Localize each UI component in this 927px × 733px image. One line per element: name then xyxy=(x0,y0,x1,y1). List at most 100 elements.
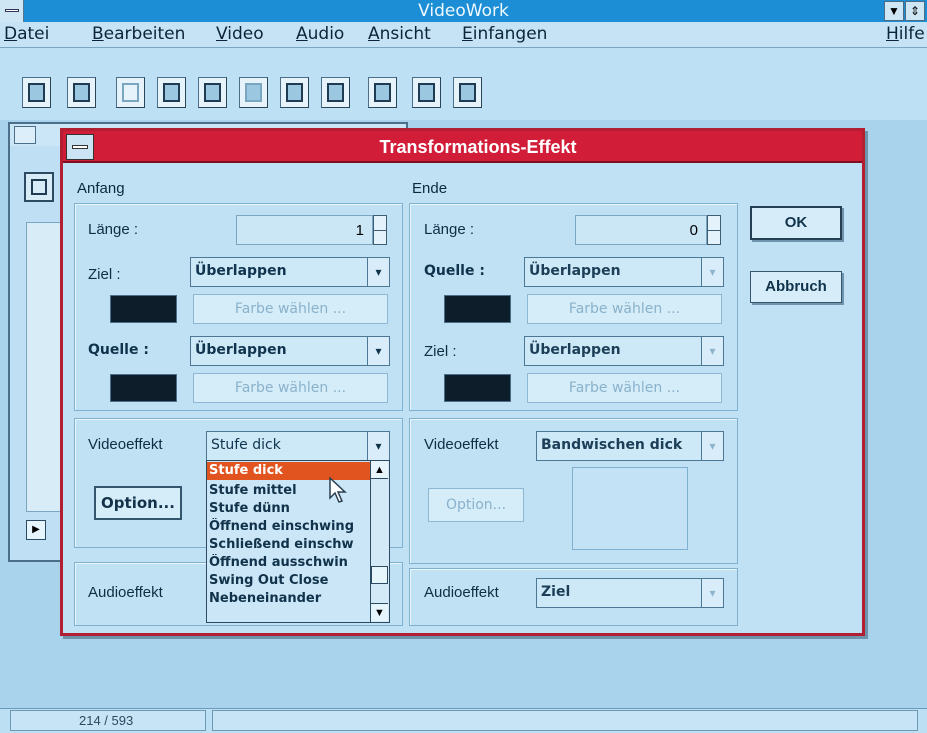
toolbar-select-button[interactable] xyxy=(280,77,309,108)
start-length-input[interactable]: 1 xyxy=(236,215,373,245)
app-title: VideoWork xyxy=(418,1,509,21)
end-audio-effect-label: Audioeffekt xyxy=(424,584,499,601)
restore-icon: ⇕ xyxy=(909,4,921,18)
background-window-tool-button[interactable] xyxy=(24,172,54,202)
start-target-color-swatch xyxy=(110,295,177,323)
end-video-effect-select-value: Bandwischen dick xyxy=(541,437,683,453)
toolbar-cut-button[interactable] xyxy=(116,77,145,108)
start-length-spinner[interactable] xyxy=(373,215,387,245)
scroll-thumb[interactable] xyxy=(371,566,388,584)
toolbar-frame-button[interactable] xyxy=(453,77,482,108)
end-length-input[interactable]: 0 xyxy=(575,215,707,245)
toolbar-delete-button[interactable] xyxy=(321,77,350,108)
end-heading: Ende xyxy=(412,180,448,197)
dialog-system-menu-button[interactable] xyxy=(66,134,94,160)
scroll-down-button[interactable]: ▼ xyxy=(371,603,388,621)
status-message xyxy=(212,710,918,731)
toolbar-edit-button[interactable] xyxy=(239,77,268,108)
start-source-color-button[interactable]: Farbe wählen ... xyxy=(193,373,388,403)
save-icon xyxy=(73,83,90,102)
background-window-play-button[interactable]: ▶ xyxy=(26,520,46,540)
menu-ansicht[interactable]: Ansicht xyxy=(368,24,431,44)
resize-icon xyxy=(374,83,391,102)
end-target-color-swatch xyxy=(444,374,511,402)
start-length-label: Länge : xyxy=(88,221,139,238)
toolbar-new-button[interactable] xyxy=(22,77,51,108)
dialog-title: Transformations-Effekt xyxy=(379,137,577,157)
app-system-menu-button[interactable] xyxy=(0,0,24,22)
menu-einfangen[interactable]: Einfangen xyxy=(462,24,547,44)
start-heading: Anfang xyxy=(77,180,125,197)
end-target-label: Ziel : xyxy=(424,343,457,360)
start-video-effect-select-value: Stufe dick xyxy=(211,437,281,453)
dropdown-option[interactable]: Öffnend einschwing xyxy=(209,518,369,536)
dropdown-option[interactable]: Swing Out Close xyxy=(209,572,369,590)
start-target-color-button[interactable]: Farbe wählen ... xyxy=(193,294,388,324)
arrow-up-icon: ▲ xyxy=(374,464,385,476)
end-audio-effect-select-value: Ziel xyxy=(541,584,571,600)
minimize-button[interactable]: ▼ xyxy=(884,1,904,21)
toolbar-copy-button[interactable] xyxy=(157,77,186,108)
ok-button[interactable]: OK xyxy=(750,206,842,240)
start-target-label: Ziel : xyxy=(88,266,121,283)
menu-bearbeiten[interactable]: Bearbeiten xyxy=(92,24,185,44)
scroll-up-button[interactable]: ▲ xyxy=(371,461,388,479)
end-target-select[interactable]: Überlappen ▾ xyxy=(524,336,724,366)
end-source-select-value: Überlappen xyxy=(529,263,621,279)
end-video-effect-label: Videoeffekt xyxy=(424,436,499,453)
dropdown-option[interactable]: Nebeneinander xyxy=(209,590,369,608)
end-source-color-button[interactable]: Farbe wählen ... xyxy=(527,294,722,324)
end-length-label: Länge : xyxy=(424,221,475,238)
background-window-system-button[interactable] xyxy=(14,126,36,144)
end-effect-preview xyxy=(572,467,688,550)
film-icon xyxy=(28,83,45,102)
copy-icon xyxy=(163,83,180,102)
frame-icon xyxy=(459,83,476,102)
start-target-select-value: Überlappen xyxy=(195,263,287,279)
menu-datei[interactable]: Datei xyxy=(4,24,49,44)
cancel-button[interactable]: Abbruch xyxy=(750,271,842,303)
toolbar-mirror-button[interactable] xyxy=(412,77,441,108)
toolbar-paste-button[interactable] xyxy=(198,77,227,108)
end-target-color-button[interactable]: Farbe wählen ... xyxy=(527,373,722,403)
frame-position: 214 / 593 xyxy=(10,710,206,731)
toolbar-save-button[interactable] xyxy=(67,77,96,108)
end-target-select-value: Überlappen xyxy=(529,342,621,358)
start-video-effect-select[interactable]: Stufe dick ▾ xyxy=(206,431,390,461)
end-option-button[interactable]: Option... xyxy=(428,488,524,522)
start-source-select[interactable]: Überlappen ▾ xyxy=(190,336,390,366)
arrow-down-icon: ▼ xyxy=(374,607,385,619)
chevron-down-icon: ▼ xyxy=(888,4,900,18)
menu-video[interactable]: Video xyxy=(216,24,264,44)
end-source-select[interactable]: Überlappen ▾ xyxy=(524,257,724,287)
chevron-down-icon: ▾ xyxy=(367,432,389,460)
dropdown-option[interactable]: Schließend einschw xyxy=(209,536,369,554)
mirror-icon xyxy=(418,83,435,102)
start-source-label: Quelle : xyxy=(88,342,149,358)
dropdown-scrollbar[interactable] xyxy=(370,461,389,622)
edit-icon xyxy=(245,83,262,102)
end-source-label: Quelle : xyxy=(424,263,485,279)
end-video-effect-select[interactable]: Bandwischen dick ▾ xyxy=(536,431,724,461)
paste-icon xyxy=(204,83,221,102)
chevron-down-icon: ▾ xyxy=(701,337,723,365)
menu-hilfe[interactable]: Hilfe xyxy=(886,24,925,44)
dropdown-option[interactable]: Öffnend ausschwin xyxy=(209,554,369,572)
toolbar-resize-button[interactable] xyxy=(368,77,397,108)
chevron-down-icon: ▾ xyxy=(367,337,389,365)
end-audio-effect-select[interactable]: Ziel ▾ xyxy=(536,578,724,608)
restore-button[interactable]: ⇕ xyxy=(905,1,925,21)
play-icon: ▶ xyxy=(32,524,40,535)
chevron-down-icon: ▾ xyxy=(701,579,723,607)
start-source-color-swatch xyxy=(110,374,177,402)
end-length-spinner[interactable] xyxy=(707,215,721,245)
end-source-color-swatch xyxy=(444,295,511,323)
start-target-select[interactable]: Überlappen ▾ xyxy=(190,257,390,287)
start-option-button[interactable]: Option... xyxy=(94,486,182,520)
menu-audio[interactable]: Audio xyxy=(296,24,344,44)
chevron-down-icon: ▾ xyxy=(701,432,723,460)
start-video-effect-label: Videoeffekt xyxy=(88,436,163,453)
chevron-down-icon: ▾ xyxy=(367,258,389,286)
mouse-pointer-icon xyxy=(329,477,347,503)
film-icon xyxy=(31,179,47,195)
